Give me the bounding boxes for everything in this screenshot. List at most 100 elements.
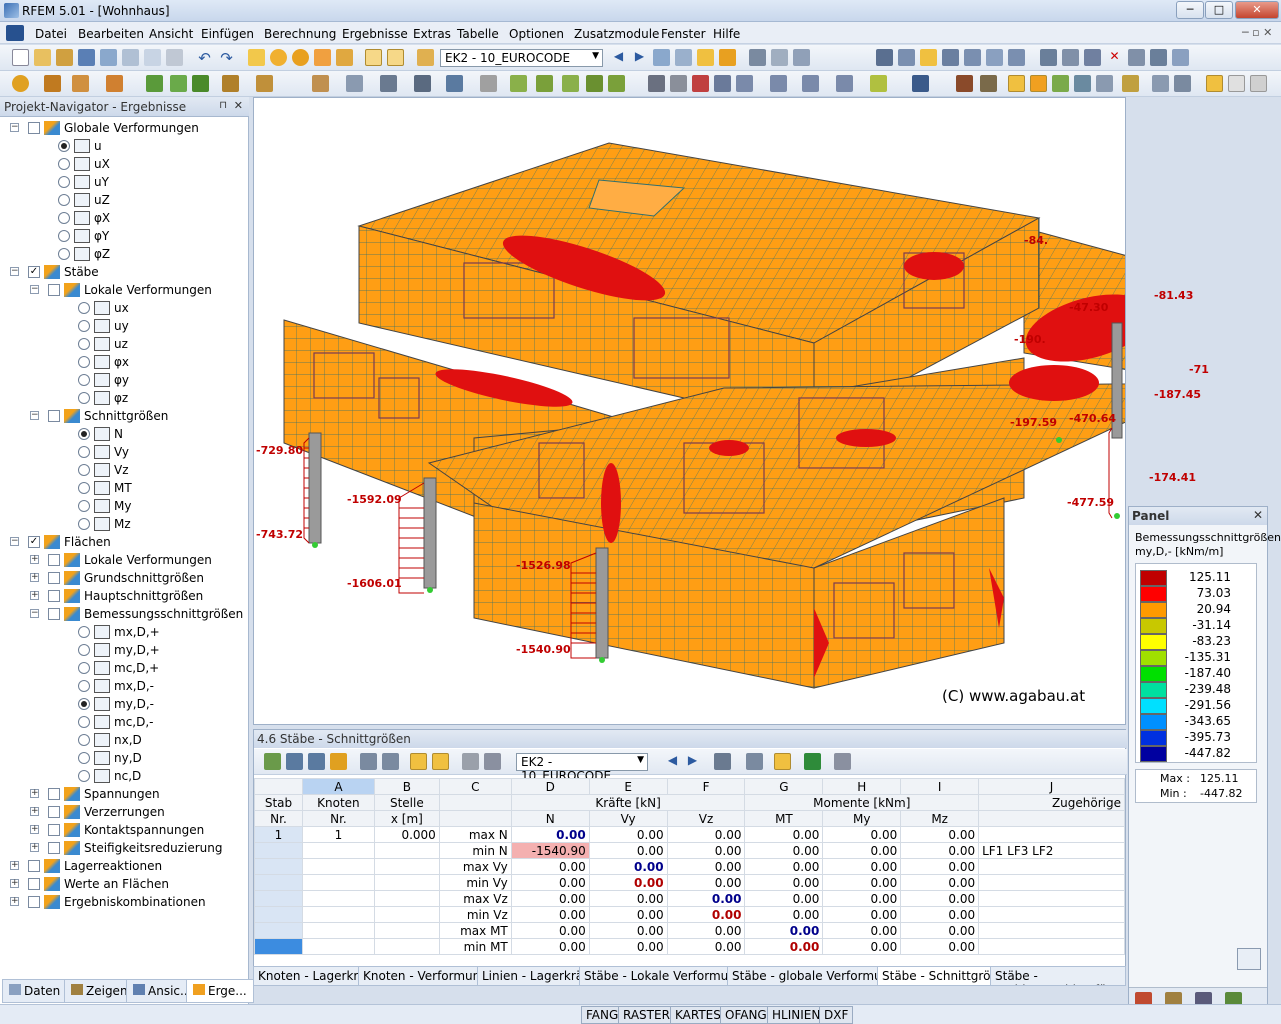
- radio-button[interactable]: [78, 770, 90, 782]
- cell-stab[interactable]: [254, 874, 303, 891]
- tree-item[interactable]: uz: [0, 335, 245, 353]
- radio-button[interactable]: [58, 176, 70, 188]
- cell-vz[interactable]: 0.00: [666, 906, 746, 923]
- cell-mt[interactable]: 0.00: [744, 874, 824, 891]
- tool-2-icon[interactable]: [1062, 49, 1079, 66]
- cell-stab[interactable]: [254, 938, 303, 955]
- col-letter[interactable]: C: [438, 778, 512, 795]
- tree-item[interactable]: mx,D,-: [0, 677, 245, 695]
- cell-label[interactable]: max MT: [438, 922, 512, 939]
- cell-vy[interactable]: 0.00: [588, 842, 668, 859]
- expand-icon[interactable]: +: [30, 825, 39, 834]
- expand-icon[interactable]: −: [30, 411, 39, 420]
- checkbox[interactable]: [48, 410, 60, 422]
- cell-n[interactable]: 0.00: [510, 826, 590, 843]
- search-icon[interactable]: [270, 49, 287, 66]
- iso-icon[interactable]: [870, 75, 887, 92]
- checkbox[interactable]: [28, 878, 40, 890]
- cell-vy[interactable]: 0.00: [588, 938, 668, 955]
- checkbox[interactable]: ✓: [28, 536, 40, 548]
- tree-item[interactable]: + Steifigkeitsreduzierung: [0, 839, 245, 857]
- cell-x[interactable]: [373, 890, 440, 907]
- ruler-icon[interactable]: [980, 75, 997, 92]
- cell-vz[interactable]: 0.00: [666, 858, 746, 875]
- cell-zug[interactable]: [978, 874, 1125, 891]
- radio-button[interactable]: [58, 212, 70, 224]
- loadcase-icon[interactable]: [417, 49, 434, 66]
- tree-item[interactable]: Vz: [0, 461, 245, 479]
- new-icon[interactable]: [12, 49, 29, 66]
- table-tool-3-icon[interactable]: [308, 753, 325, 770]
- structure-model[interactable]: (C) www.agabau.at: [254, 98, 1210, 724]
- tree-item[interactable]: − ✓ Stäbe: [0, 263, 245, 281]
- menu-optionen[interactable]: Optionen: [509, 27, 564, 41]
- radio-button[interactable]: [78, 302, 90, 314]
- tab-staebe-stabkennzahlen[interactable]: Stäbe - Stabkennzahlen für: [990, 966, 1126, 986]
- print-icon[interactable]: [100, 49, 117, 66]
- cell-zug[interactable]: [978, 826, 1125, 843]
- select-2-icon[interactable]: [536, 75, 553, 92]
- tree-item[interactable]: + Verzerrungen: [0, 803, 245, 821]
- cell-mt[interactable]: 0.00: [744, 906, 824, 923]
- opening-icon[interactable]: [192, 75, 209, 92]
- expand-icon[interactable]: +: [30, 789, 39, 798]
- menu-extras[interactable]: Extras: [413, 27, 451, 41]
- radio-button[interactable]: [78, 500, 90, 512]
- support-icon[interactable]: [106, 75, 123, 92]
- scale-icon[interactable]: [1096, 75, 1113, 92]
- cell-n[interactable]: 0.00: [510, 906, 590, 923]
- radio-button[interactable]: [78, 662, 90, 674]
- cell-vz[interactable]: 0.00: [666, 874, 746, 891]
- radio-button[interactable]: [58, 194, 70, 206]
- cell-x[interactable]: [373, 874, 440, 891]
- select-icon[interactable]: [510, 75, 527, 92]
- cell-stab[interactable]: [254, 842, 303, 859]
- cell-zug[interactable]: [978, 890, 1125, 907]
- tree-item[interactable]: Mz: [0, 515, 245, 533]
- expand-icon[interactable]: −: [10, 267, 19, 276]
- max-min-icon[interactable]: [719, 49, 736, 66]
- tree-item[interactable]: − ✓ Flächen: [0, 533, 245, 551]
- more-icon[interactable]: [1250, 75, 1267, 92]
- cell-x[interactable]: [373, 858, 440, 875]
- tree-item[interactable]: ux: [0, 299, 245, 317]
- tree-item[interactable]: MT: [0, 479, 245, 497]
- radio-button[interactable]: [58, 140, 70, 152]
- calc-icon[interactable]: [314, 49, 331, 66]
- solid-icon[interactable]: [170, 75, 187, 92]
- col-letter[interactable]: A: [301, 778, 375, 795]
- checkbox[interactable]: [48, 842, 60, 854]
- cell-knoten[interactable]: [301, 906, 375, 923]
- axis-z-icon[interactable]: [836, 75, 853, 92]
- cell-vy[interactable]: 0.00: [588, 890, 668, 907]
- prev-icon[interactable]: ◀: [664, 753, 681, 770]
- table-tool-7-icon[interactable]: [774, 753, 791, 770]
- radio-button[interactable]: [78, 716, 90, 728]
- radio-button[interactable]: [78, 518, 90, 530]
- checkbox[interactable]: [48, 572, 60, 584]
- status-raster[interactable]: RASTER: [618, 1006, 675, 1024]
- report-icon[interactable]: [166, 49, 183, 66]
- menu-einfuegen[interactable]: Einfügen: [201, 27, 254, 41]
- cell-mt[interactable]: 0.00: [744, 890, 824, 907]
- cell-mt[interactable]: 0.00: [744, 826, 824, 843]
- node-icon[interactable]: [12, 75, 29, 92]
- surface-icon[interactable]: [146, 75, 163, 92]
- col-letter[interactable]: I: [900, 778, 980, 795]
- table-icon[interactable]: [365, 49, 382, 66]
- tree-item[interactable]: + Spannungen: [0, 785, 245, 803]
- table-prev-icon[interactable]: [360, 753, 377, 770]
- perspective-icon[interactable]: [912, 75, 929, 92]
- col-letter[interactable]: G: [744, 778, 824, 795]
- cell-label[interactable]: min N: [438, 842, 512, 859]
- cell-n[interactable]: 0.00: [510, 874, 590, 891]
- checkbox[interactable]: [48, 788, 60, 800]
- radio-button[interactable]: [78, 392, 90, 404]
- radio-button[interactable]: [78, 644, 90, 656]
- menu-ergebnisse[interactable]: Ergebnisse: [342, 27, 408, 41]
- maximize-button[interactable]: □: [1205, 1, 1233, 19]
- prev-icon[interactable]: ◀: [610, 49, 627, 66]
- expand-icon[interactable]: −: [30, 285, 39, 294]
- tree-item[interactable]: φY: [0, 227, 245, 245]
- table-filter-2-icon[interactable]: [432, 753, 449, 770]
